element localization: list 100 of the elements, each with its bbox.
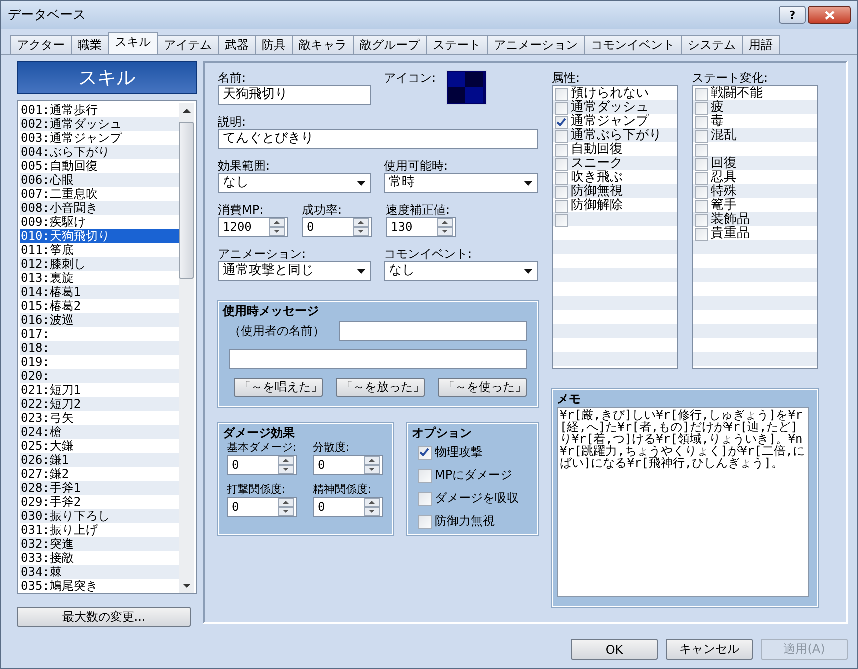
tab[interactable]: 職業 (71, 35, 109, 54)
checkbox[interactable] (555, 116, 568, 128)
caret-icon[interactable] (357, 268, 366, 274)
checkbox[interactable] (555, 200, 568, 212)
dialog-button[interactable]: キャンセル (666, 639, 753, 660)
list-item[interactable]: 028:手斧1 (20, 481, 179, 496)
checkbox[interactable] (555, 144, 568, 156)
list-item[interactable]: 029:手斧2 (20, 495, 179, 510)
spin-arrows-icon[interactable] (364, 498, 380, 516)
tab[interactable]: 防具 (255, 35, 293, 54)
list-item[interactable]: 031:振り上げ (20, 523, 179, 538)
spin-arrows-icon[interactable] (364, 456, 380, 474)
checkbox[interactable] (418, 492, 432, 506)
list-item[interactable]: 016:波巡 (20, 313, 179, 328)
list-item[interactable]: 005:自動回復 (20, 159, 179, 174)
checkbox[interactable] (695, 214, 708, 226)
skill-icon[interactable] (446, 70, 488, 105)
dropdown[interactable]: 常時 (384, 173, 538, 193)
dialog-button[interactable]: OK (571, 639, 658, 660)
text-field[interactable]: 天狗飛切り (218, 85, 371, 105)
tab[interactable]: システム (681, 35, 743, 54)
caret-icon[interactable] (357, 180, 366, 186)
tab[interactable]: アニメーション (487, 35, 585, 54)
list-item[interactable]: 024:槍 (20, 425, 179, 440)
number-field[interactable]: 130 (386, 217, 456, 237)
checkbox[interactable] (555, 158, 568, 170)
text-field[interactable] (229, 349, 527, 369)
checkbox[interactable] (418, 446, 432, 460)
tab[interactable]: スキル (108, 32, 158, 54)
list-item[interactable]: 012:膝刺し (20, 257, 179, 272)
list-item[interactable]: 019: (20, 355, 179, 370)
tab[interactable]: アイテム (157, 35, 219, 54)
checkbox[interactable] (695, 116, 708, 128)
list-item[interactable]: 003:通常ジャンプ (20, 131, 179, 146)
list-item[interactable]: 022:短刀2 (20, 397, 179, 412)
help-button[interactable]: ? (779, 6, 806, 24)
tab[interactable]: 用語 (742, 35, 780, 54)
list-item[interactable]: 011:筝底 (20, 243, 179, 258)
dropdown[interactable]: なし (218, 173, 371, 193)
memo-field[interactable]: ¥r[厳,きび]しい¥r[修行,しゅぎょう]を¥r[経,へ]た¥r[者,もの]だけが¥r[辿,たど]り¥r[着,つ]ける¥r[領域,りょういき]。¥n¥r[跳躍力,ちょうやくりょく]が¥r[二倍,にばい]になる¥r[飛神行,ひしんぎょう]。 (557, 407, 809, 597)
close-button[interactable] (808, 6, 851, 24)
checkbox[interactable] (418, 468, 432, 482)
list-item[interactable]: 025:大鎌 (20, 439, 179, 454)
checkbox[interactable] (695, 130, 708, 142)
checkbox[interactable] (695, 158, 708, 170)
list-item[interactable]: 008:小音聞き (20, 201, 179, 216)
list-item[interactable]: 006:心眼 (20, 173, 179, 188)
checkbox[interactable] (418, 514, 432, 528)
checkbox[interactable] (555, 102, 568, 114)
list-item[interactable]: 002:通常ダッシュ (20, 117, 179, 132)
list-item[interactable]: 021:短刀1 (20, 383, 179, 398)
list-item[interactable]: 035:鳩尾突き (20, 579, 179, 594)
checkbox[interactable] (555, 130, 568, 142)
list-item[interactable]: 015:椿葛2 (20, 299, 179, 314)
tab[interactable]: 敵グループ (353, 35, 427, 54)
number-field[interactable]: 0 (227, 455, 297, 475)
tab[interactable]: ステート (426, 35, 488, 54)
message-template-button[interactable]: 「～を放った」 (336, 378, 425, 397)
list-item[interactable]: 013:裏旋 (20, 271, 179, 286)
checkbox[interactable] (555, 186, 568, 198)
tab[interactable]: アクター (10, 35, 72, 54)
tab[interactable]: コモンイベント (584, 35, 682, 54)
list-item[interactable]: 017: (20, 327, 179, 342)
list-item[interactable]: 023:弓矢 (20, 411, 179, 426)
checkbox[interactable] (555, 88, 568, 100)
tab[interactable]: 武器 (218, 35, 256, 54)
spin-arrows-icon[interactable] (437, 218, 453, 236)
number-field[interactable]: 0 (313, 497, 383, 517)
list-item[interactable]: 027:鎌2 (20, 467, 179, 482)
number-field[interactable]: 0 (227, 497, 297, 517)
list-item[interactable]: 032:突進 (20, 537, 179, 552)
caret-icon[interactable] (524, 268, 533, 274)
number-field[interactable]: 0 (302, 217, 372, 237)
number-field[interactable]: 1200 (218, 217, 288, 237)
checkbox[interactable] (555, 214, 568, 226)
caret-icon[interactable] (524, 180, 533, 186)
list-item[interactable]: 010:天狗飛切り (20, 229, 179, 244)
list-item[interactable]: 009:疾駆け (20, 215, 179, 230)
checkbox[interactable] (695, 172, 708, 184)
list-item[interactable]: 026:鎌1 (20, 453, 179, 468)
list-item[interactable]: 020: (20, 369, 179, 384)
max-count-button[interactable]: 最大数の変更... (17, 607, 191, 627)
list-item[interactable]: 001:通常歩行 (20, 103, 179, 118)
spin-arrows-icon[interactable] (269, 218, 285, 236)
list-item[interactable]: 014:椿葛1 (20, 285, 179, 300)
list-item[interactable]: 004:ぶら下がり (20, 145, 179, 160)
message-template-button[interactable]: 「～を唱えた」 (234, 378, 323, 397)
checkbox[interactable] (695, 228, 708, 240)
list-item[interactable]: 030:振り下ろし (20, 509, 179, 524)
list-item[interactable]: 034:棘 (20, 565, 179, 580)
checkbox[interactable] (695, 102, 708, 114)
close-icon[interactable] (824, 10, 834, 20)
list-item[interactable]: 018: (20, 341, 179, 356)
tab[interactable]: 敵キャラ (292, 35, 354, 54)
checkbox[interactable] (695, 186, 708, 198)
list-item[interactable]: 007:二重息吹 (20, 187, 179, 202)
text-field[interactable] (339, 321, 527, 341)
dropdown[interactable]: 通常攻撃と同じ (218, 261, 371, 281)
number-field[interactable]: 0 (313, 455, 383, 475)
spin-arrows-icon[interactable] (278, 456, 294, 474)
